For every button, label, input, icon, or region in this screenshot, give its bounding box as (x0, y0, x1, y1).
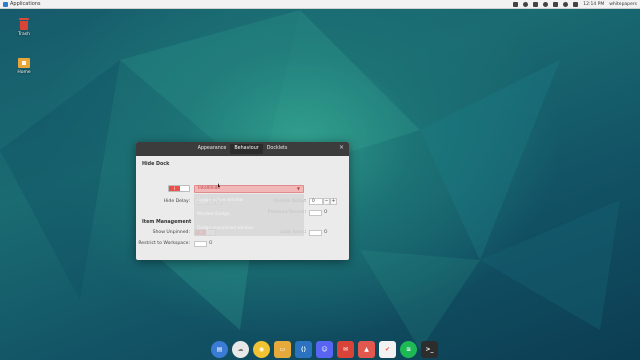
dock-item-chrome[interactable]: ◉ (253, 341, 270, 358)
bluetooth-icon[interactable] (533, 1, 539, 7)
applications-label: Applications (10, 1, 41, 7)
dialog-body: Hide Dock I Intellihide ▼ Hide Delay: 0 … (136, 156, 349, 260)
vscode-icon: ⟨⟩ (300, 346, 307, 353)
browser-icon: ☁ (237, 346, 244, 353)
hide-delay-label: Hide Delay: (163, 199, 190, 204)
desktop-icon-home[interactable]: Home (9, 57, 39, 75)
chrome-icon: ◉ (258, 346, 265, 353)
hide-dock-toggle[interactable]: I (168, 185, 190, 192)
dock-item-terminal[interactable]: >_ (421, 341, 438, 358)
mouse-cursor-icon (218, 183, 220, 187)
folder-icon: ▤ (216, 346, 223, 353)
checkbox-box (194, 240, 207, 247)
unhide-delay-value[interactable]: 0 (309, 198, 323, 205)
show-unpinned-label: Show Unpinned: (152, 230, 190, 235)
dock-item-files[interactable]: ▤ (211, 341, 228, 358)
mail-icon: ✔ (384, 346, 391, 353)
home-folder-icon (18, 58, 30, 68)
dock-item-chat[interactable]: ✉ (337, 341, 354, 358)
unhide-delay-increment-button[interactable]: + (330, 198, 337, 205)
desktop-icon-label: Home (17, 70, 31, 75)
spotify-icon: ≋ (405, 346, 412, 353)
dock-item-vscode[interactable]: ⟨⟩ (295, 341, 312, 358)
discord-icon: ☺ (321, 346, 328, 353)
hide-mode-option[interactable]: Window Dodge (197, 212, 229, 217)
volume-icon[interactable] (563, 1, 569, 7)
hide-mode-dropdown-list: Dodge active window Window Dodge Dodge m… (194, 194, 304, 236)
close-icon[interactable]: × (339, 144, 344, 151)
trash-icon (19, 18, 29, 30)
lock-icons-checkbox[interactable]: O (309, 229, 327, 236)
clipboard-icon[interactable] (523, 1, 529, 7)
pressure-reveal-checkbox[interactable]: O (309, 209, 327, 216)
app-icon: ▲ (364, 346, 369, 353)
checkbox-off-label: O (324, 230, 328, 235)
terminal-icon: >_ (425, 346, 434, 353)
restrict-workspace-label: Restrict to Workspace: (138, 241, 190, 246)
dock-item-app[interactable]: ▲ (358, 341, 375, 358)
screenshot-icon[interactable] (553, 1, 559, 7)
hide-mode-value: Intellihide (198, 186, 221, 191)
user-menu[interactable]: whitepapers (609, 2, 637, 7)
restrict-workspace-checkbox[interactable]: O (194, 240, 212, 247)
checkbox-box (309, 229, 322, 236)
dialog-titlebar[interactable]: Appearance Behaviour Docklets × (136, 142, 349, 156)
network-icon[interactable] (543, 1, 549, 7)
dock-item-browser[interactable]: ☁ (232, 341, 249, 358)
dock-item-spotify[interactable]: ≋ (400, 341, 417, 358)
unhide-delay-decrement-button[interactable]: − (323, 198, 330, 205)
dock-item-discord[interactable]: ☺ (316, 341, 333, 358)
dock-item-mail[interactable]: ✔ (379, 341, 396, 358)
tab-docklets[interactable]: Docklets (263, 144, 292, 154)
toggle-on-indicator: I (169, 186, 180, 191)
section-item-management: Item Management (142, 220, 192, 225)
checkbox-off-label: O (324, 210, 328, 215)
applications-menu[interactable]: Applications (3, 1, 41, 7)
checkbox-off-label: O (209, 241, 213, 246)
top-panel: Applications 12:14 PM whitepapers (0, 0, 640, 9)
tab-appearance[interactable]: Appearance (194, 144, 231, 154)
clock[interactable]: 12:14 PM (583, 2, 604, 7)
chat-icon: ✉ (342, 346, 349, 353)
yellow-folder-icon: ▭ (279, 346, 286, 353)
dock-item-folder[interactable]: ▭ (274, 341, 291, 358)
desktop-icon-label: Trash (18, 32, 30, 37)
system-tray: 12:14 PM whitepapers (513, 1, 637, 7)
dock: ▤ ☁ ◉ ▭ ⟨⟩ ☺ ✉ ▲ ✔ ≋ >_ (211, 341, 438, 358)
chevron-down-icon: ▼ (296, 186, 300, 191)
hide-mode-option[interactable]: Dodge maximized window (197, 226, 254, 231)
checkbox-box (309, 209, 322, 216)
unhide-delay-spinner: 0 − + (309, 198, 337, 205)
hide-mode-select[interactable]: Intellihide ▼ (194, 185, 304, 193)
section-hide-dock: Hide Dock (142, 162, 170, 167)
dropbox-icon[interactable] (513, 1, 519, 7)
applications-icon (3, 1, 8, 7)
dock-preferences-dialog: Appearance Behaviour Docklets × Hide Doc… (136, 142, 349, 260)
tab-behaviour[interactable]: Behaviour (230, 144, 263, 154)
hide-mode-option[interactable]: Dodge active window (197, 198, 243, 203)
desktop-icon-trash[interactable]: Trash (9, 18, 39, 37)
battery-icon[interactable] (573, 1, 579, 7)
